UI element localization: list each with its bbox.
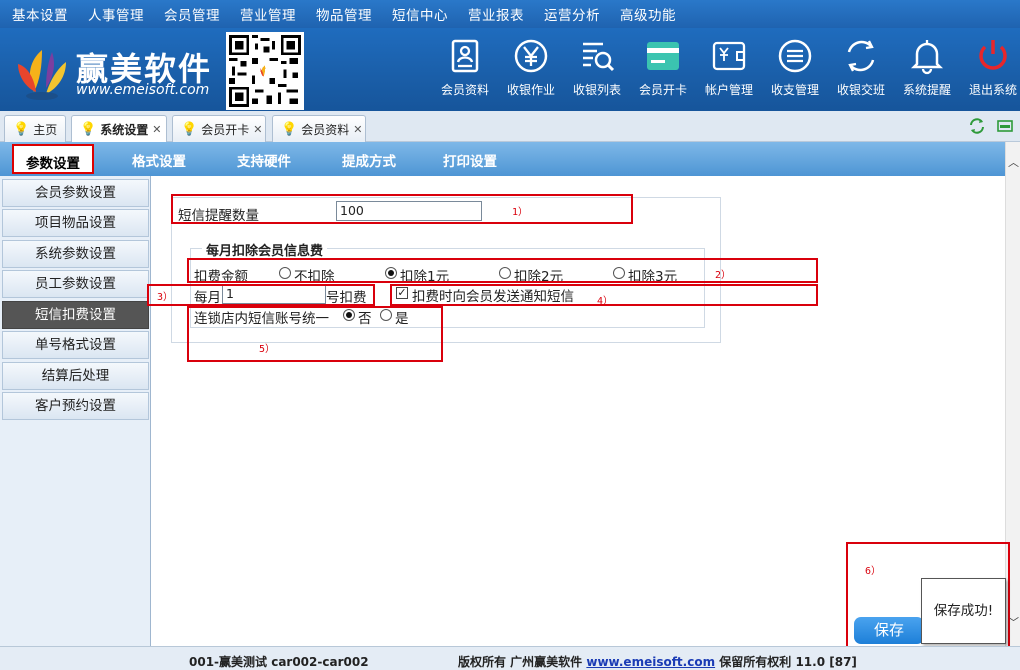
annotation-label-3: 3） [157,292,174,303]
list-search-icon [583,42,615,72]
toolbar-cashier-button[interactable]: 收银作业 [498,36,564,98]
toolbar-label: 会员资料 [440,83,489,97]
annotation-label-1: 1） [512,207,529,218]
sidebar-item-number-format[interactable]: 单号格式设置 [2,331,149,359]
status-store-info: 001-赢美测试 car002-car002 [189,655,369,669]
toolbar-label: 收银交班 [836,83,885,97]
toolbar-exit-button[interactable]: 退出系统 [960,36,1020,98]
status-bar: 001-赢美测试 car002-car002 版权所有 广州赢美软件 www.e… [0,646,1020,670]
toolbar-system-reminder-button[interactable]: 系统提醒 [894,36,960,98]
tab-label: 会员开卡 [201,122,250,137]
toolbar-shift-handover-button[interactable]: 收银交班 [828,36,894,98]
menu-item-hr[interactable]: 人事管理 [88,4,144,24]
close-icon[interactable]: ✕ [253,123,262,136]
save-button[interactable]: 保存 [854,617,924,644]
brand-logo-icon [18,50,66,100]
sidebar-item-item-goods[interactable]: 项目物品设置 [2,209,149,237]
tab-home[interactable]: 💡 主页 [4,115,66,142]
settings-sidebar: 会员参数设置 项目物品设置 系统参数设置 员工参数设置 短信扣费设置 单号格式设… [0,176,151,646]
tab-member-info[interactable]: 💡 会员资料 ✕ [272,115,366,142]
member-card-icon [451,39,479,73]
annotation-label-2: 2） [715,270,732,281]
tab-strip-tools [968,117,1014,135]
toolbar-label: 帐户管理 [704,83,753,97]
sidebar-item-staff-params[interactable]: 员工参数设置 [2,270,149,298]
menu-item-advanced[interactable]: 高级功能 [620,4,676,24]
sidebar-item-reservation[interactable]: 客户预约设置 [2,392,149,420]
website-link[interactable]: www.emeisoft.com [586,655,715,669]
scroll-up-arrow-icon[interactable]: ︿ [1007,154,1020,170]
quick-toolbar: 会员资料 收银作业 收银列表 会员开卡 帐户管理 收支管理 收银交班 系统提醒 … [432,36,1020,98]
close-icon[interactable]: ✕ [353,123,362,136]
annotation-box-3 [147,284,375,306]
lightbulb-icon: 💡 [181,121,198,137]
annotation-label-4: 4） [597,296,614,307]
bell-icon [910,40,944,75]
menu-item-reports[interactable]: 营业报表 [468,4,524,24]
menu-item-members[interactable]: 会员管理 [164,4,220,24]
tab-member-open-card[interactable]: 💡 会员开卡 ✕ [172,115,266,142]
toolbar-label: 收银列表 [572,83,621,97]
tab-strip: 💡 主页 💡 系统设置 ✕ 💡 会员开卡 ✕ 💡 会员资料 ✕ [0,111,1020,142]
power-icon [979,40,1007,70]
menu-item-business[interactable]: 营业管理 [240,4,296,24]
wallet-icon [712,41,746,71]
sidebar-item-system-params[interactable]: 系统参数设置 [2,240,149,268]
refresh-icon[interactable] [968,117,986,135]
sidebar-item-post-checkout[interactable]: 结算后处理 [2,362,149,390]
toolbar-account-button[interactable]: 帐户管理 [696,36,762,98]
app-header: 赢美软件 www.emeisoft.com 会员资料 收银作业 收银列表 会员开… [0,28,1020,111]
rights-text: 保留所有权利 11.0 [87] [719,655,857,669]
subtab-print-settings[interactable]: 打印设置 [443,150,497,170]
tab-label: 会员资料 [301,122,350,137]
settings-subtab-bar: 参数设置 格式设置 支持硬件 提成方式 打印设置 [0,142,1005,176]
toolbar-cashier-list-button[interactable]: 收银列表 [564,36,630,98]
settings-content: 短信提醒数量 100 每月扣除会员信息费 扣费金额 不扣除 扣除1元 扣除2元 … [147,176,1010,655]
toolbar-label: 收银作业 [506,83,555,97]
toolbar-label: 退出系统 [968,83,1017,97]
tab-system-settings[interactable]: 💡 系统设置 ✕ [71,115,167,142]
list-circle-icon [778,39,812,73]
annotation-box-1 [171,194,633,224]
status-copyright: 版权所有 广州赢美软件 www.emeisoft.com 保留所有权利 11.0… [458,653,857,670]
menu-item-goods[interactable]: 物品管理 [316,4,372,24]
sidebar-item-sms-fee[interactable]: 短信扣费设置 [2,301,149,329]
copyright-text: 版权所有 广州赢美软件 [458,655,583,669]
subtab-parameter-settings[interactable]: 参数设置 [12,144,94,174]
toolbar-income-expense-button[interactable]: 收支管理 [762,36,828,98]
main-menu-bar: 基本设置 人事管理 会员管理 营业管理 物品管理 短信中心 营业报表 运营分析 … [0,0,1020,28]
toolbar-label: 会员开卡 [638,83,687,97]
menu-item-analytics[interactable]: 运营分析 [544,4,600,24]
refresh-icon [847,40,875,72]
subtab-commission[interactable]: 提成方式 [342,150,396,170]
subtab-hardware[interactable]: 支持硬件 [237,150,291,170]
tab-label: 系统设置 [100,122,149,137]
save-success-toast: 保存成功! [921,578,1006,644]
menu-item-basic-settings[interactable]: 基本设置 [12,4,68,24]
yen-icon [514,39,548,73]
brand-url: www.emeisoft.com [76,82,210,98]
subtab-format-settings[interactable]: 格式设置 [132,150,186,170]
lightbulb-icon: 💡 [281,121,298,137]
minimize-window-icon[interactable] [996,117,1014,135]
tab-label: 主页 [33,122,58,137]
card-icon [647,42,679,70]
annotation-label-5: 5） [259,344,276,355]
annotation-label-6: 6） [865,566,882,577]
toolbar-label: 收支管理 [770,83,819,97]
menu-item-sms-center[interactable]: 短信中心 [392,4,448,24]
app-window: 基本设置 人事管理 会员管理 营业管理 物品管理 短信中心 营业报表 运营分析 … [0,0,1020,670]
monthly-fee-legend: 每月扣除会员信息费 [202,240,328,259]
close-icon[interactable]: ✕ [152,123,161,136]
toolbar-label: 系统提醒 [902,83,951,97]
lightbulb-icon: 💡 [13,121,30,137]
annotation-box-5 [187,306,443,362]
lightbulb-icon: 💡 [80,121,97,137]
sidebar-item-member-params[interactable]: 会员参数设置 [2,179,149,207]
toolbar-member-info-button[interactable]: 会员资料 [432,36,498,98]
qr-code-image [226,32,304,110]
toolbar-open-card-button[interactable]: 会员开卡 [630,36,696,98]
